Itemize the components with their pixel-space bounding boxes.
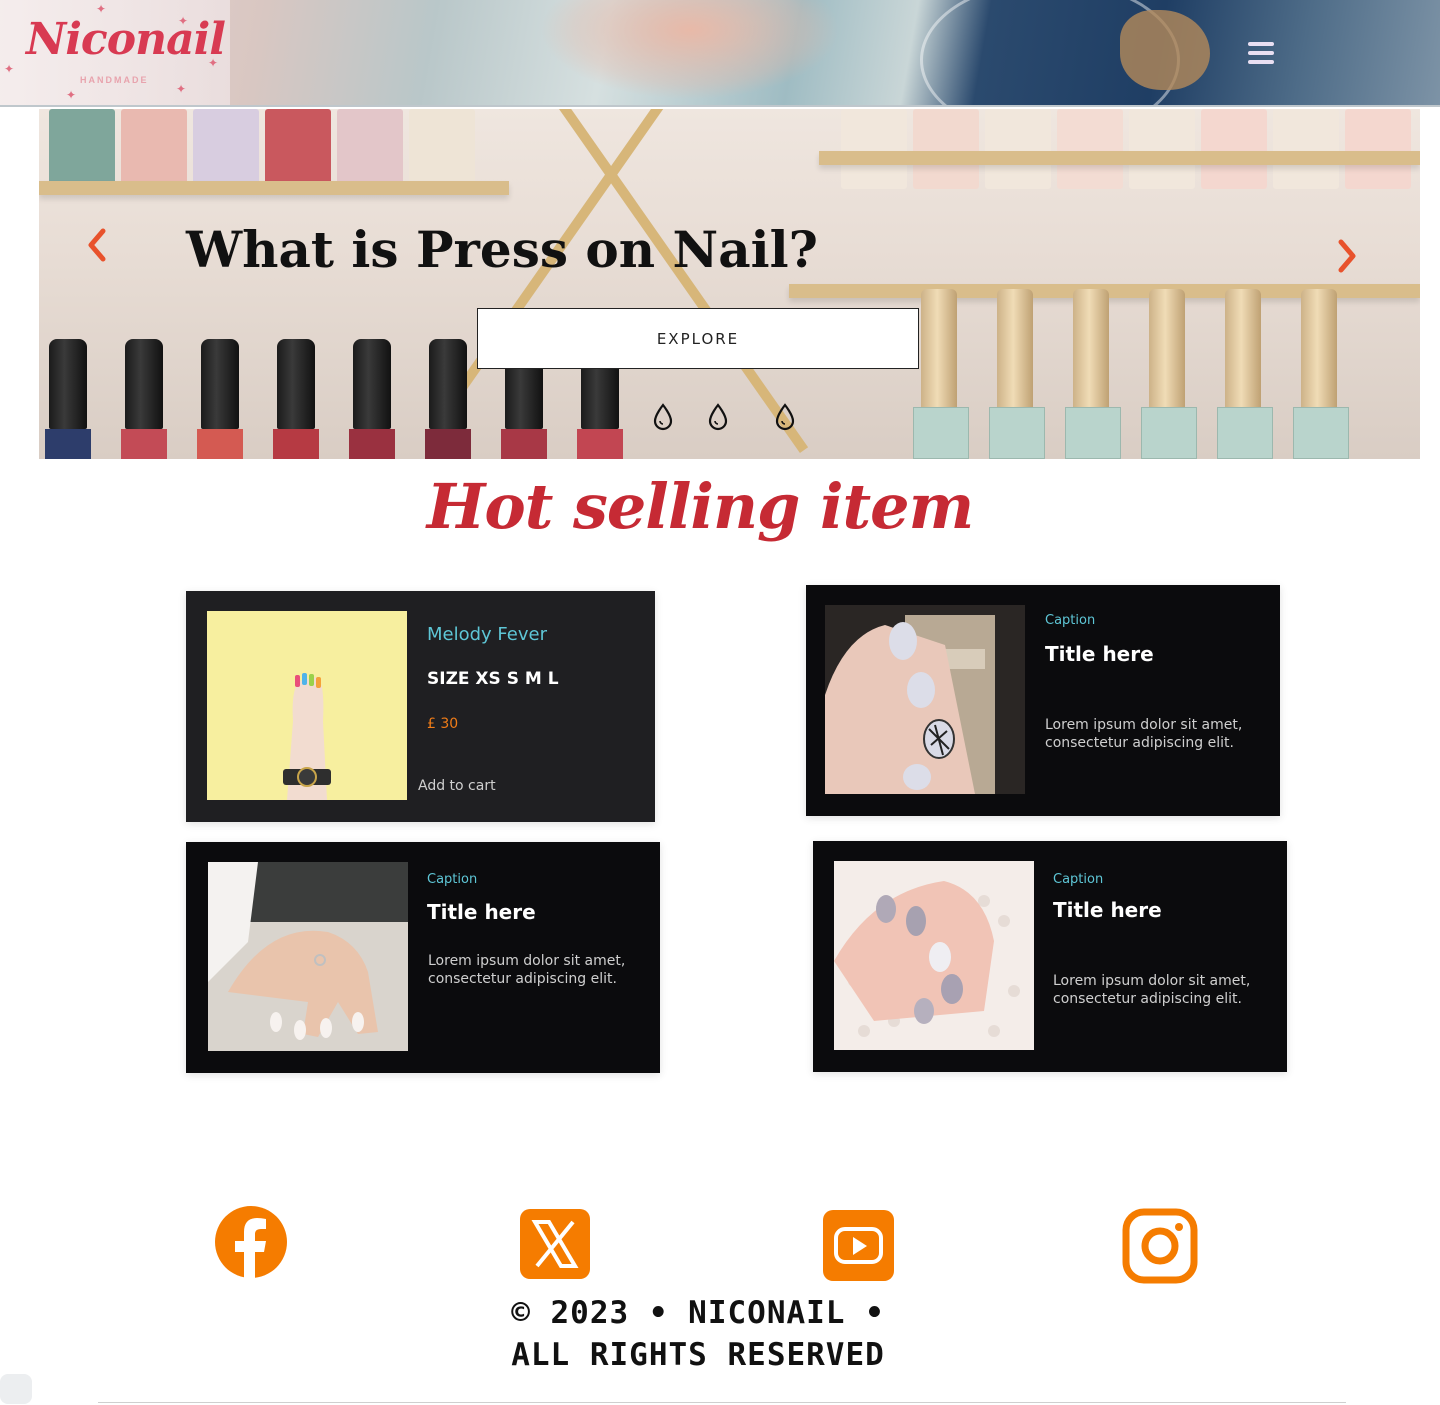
product-card[interactable]: Caption Title here Lorem ipsum dolor sit… — [813, 841, 1287, 1072]
card-image[interactable] — [825, 605, 1025, 794]
card-title[interactable]: Title here — [1053, 898, 1162, 922]
sparkle-icon: ✦ — [4, 62, 15, 76]
site-header: ✦ ✦ ✦ ✦ ✦ ✦ Niconail HANDMADE — [0, 0, 1440, 107]
header-background-art — [540, 0, 840, 100]
sparkle-icon: ✦ — [66, 88, 77, 102]
hero-background-image — [913, 289, 1419, 459]
add-to-cart-button[interactable]: Add to cart — [418, 778, 496, 794]
product-card[interactable]: Melody Fever SIZE XS S M L £ 30 Add to c… — [186, 591, 655, 822]
carousel-dot-1[interactable] — [652, 403, 674, 431]
card-image[interactable] — [208, 862, 408, 1051]
logo-text: Niconail — [26, 14, 226, 65]
product-card[interactable]: Caption Title here Lorem ipsum dolor sit… — [806, 585, 1280, 816]
shelf — [39, 181, 509, 195]
carousel-dot-2[interactable] — [707, 403, 729, 431]
chevron-right-icon[interactable] — [1331, 236, 1361, 276]
hero-title: What is Press on Nail? — [186, 220, 818, 279]
product-name[interactable]: Melody Fever — [427, 624, 547, 645]
product-price: £ 30 — [427, 716, 459, 732]
product-sizes: SIZE XS S M L — [427, 669, 559, 689]
card-caption: Caption — [427, 872, 478, 887]
logo-subtext: HANDMADE — [80, 75, 149, 85]
instagram-icon[interactable] — [1118, 1204, 1198, 1284]
card-caption: Caption — [1053, 872, 1104, 887]
sparkle-icon: ✦ — [176, 82, 187, 96]
product-card[interactable]: Caption Title here Lorem ipsum dolor sit… — [186, 842, 660, 1073]
shelf — [819, 151, 1420, 165]
card-description: Lorem ipsum dolor sit amet, consectetur … — [1045, 717, 1243, 751]
card-caption: Caption — [1045, 613, 1096, 628]
x-twitter-icon[interactable] — [515, 1204, 595, 1284]
card-title[interactable]: Title here — [1045, 642, 1154, 666]
copyright-line-1: © 2023 • NICONAIL • — [511, 1295, 885, 1331]
explore-button[interactable]: EXPLORE — [477, 308, 919, 369]
copyright-line-2: ALL RIGHTS RESERVED — [511, 1337, 885, 1373]
hero-background-image — [39, 109, 1420, 189]
corner-widget[interactable] — [0, 1374, 32, 1404]
section-title: Hot selling item — [426, 470, 974, 543]
footer-divider — [98, 1402, 1346, 1403]
card-title[interactable]: Title here — [427, 900, 536, 924]
facebook-icon[interactable] — [211, 1202, 291, 1282]
card-description: Lorem ipsum dolor sit amet, consectetur … — [428, 953, 626, 987]
youtube-icon[interactable] — [818, 1205, 898, 1285]
carousel-dot-3[interactable] — [774, 403, 796, 431]
hero-carousel: What is Press on Nail? EXPLORE — [39, 109, 1420, 459]
product-image[interactable] — [207, 611, 407, 800]
hamburger-menu-icon[interactable] — [1248, 42, 1274, 66]
chevron-left-icon[interactable] — [83, 225, 113, 265]
logo[interactable]: ✦ ✦ ✦ ✦ ✦ ✦ Niconail HANDMADE — [0, 0, 230, 105]
card-description: Lorem ipsum dolor sit amet, consectetur … — [1053, 973, 1251, 1007]
header-background-art — [1120, 10, 1210, 90]
card-image[interactable] — [834, 861, 1034, 1050]
